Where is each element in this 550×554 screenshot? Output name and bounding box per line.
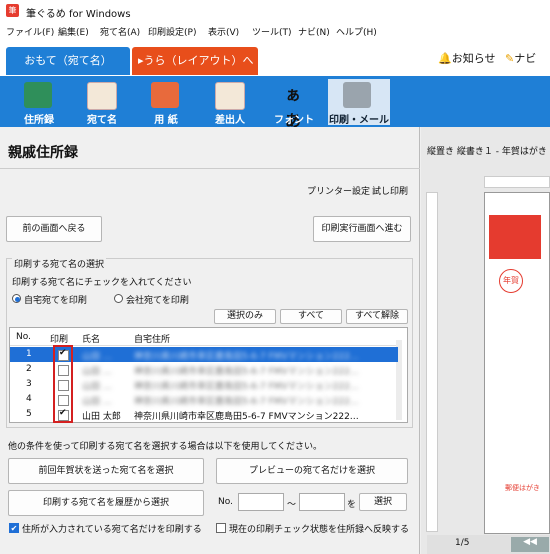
postcard-preview[interactable]: 年賀 郵便はがき xyxy=(484,192,550,534)
menu-bar: ファイル(F) 編集(E) 宛て名(A) 印刷設定(P) 表示(V) ツール(T… xyxy=(0,22,550,40)
col-no[interactable]: No. xyxy=(16,332,31,342)
menu-view[interactable]: 表示(V) xyxy=(208,25,239,38)
app-icon: 筆 xyxy=(6,4,19,17)
postcard-label: 郵便はがき xyxy=(505,484,540,492)
reflect-label: 現在の印刷チェック状態を住所録へ反映する xyxy=(229,525,410,535)
group-title: 印刷する宛て名の選択 xyxy=(12,257,107,270)
clear-all-button[interactable]: すべて解除 xyxy=(346,309,408,324)
tool-print-mail[interactable]: 印刷・メール xyxy=(328,79,390,126)
range-select-button[interactable]: 選択 xyxy=(359,493,407,511)
print-column-highlight xyxy=(53,345,73,423)
menu-edit[interactable]: 編集(E) xyxy=(58,25,89,38)
back-button[interactable]: 前の画面へ戻る xyxy=(6,216,102,242)
test-print-link[interactable]: 試し印刷 xyxy=(372,184,408,197)
page-navigator: 1/5 ◀◀ xyxy=(427,535,550,554)
tool-sender[interactable]: 差出人 xyxy=(200,79,260,126)
row-no: 3 xyxy=(26,379,32,389)
select-all-button[interactable]: すべて xyxy=(280,309,342,324)
divider xyxy=(0,168,420,169)
tab-front[interactable]: おもて（宛て名） xyxy=(6,47,130,75)
window-title: 筆ぐるめ for Windows xyxy=(26,9,131,20)
row-address: 神奈川県川崎市幸区鹿島田5-6-7 FMVマンション222… xyxy=(134,382,359,392)
no-from-input[interactable] xyxy=(238,493,284,511)
row-name: 山田 … xyxy=(82,382,112,392)
menu-file[interactable]: ファイル(F) xyxy=(6,25,54,38)
wo-label: を xyxy=(347,500,357,510)
page-prev-buttons[interactable]: ◀◀ xyxy=(511,537,549,552)
row-no: 4 xyxy=(26,394,32,404)
instruction-text: 印刷する宛て名にチェックを入れてください xyxy=(12,278,192,288)
printer-settings-link[interactable]: プリンター設定 xyxy=(307,184,370,197)
preview-title: 縦置き 縦書き１ - 年賀はがき xyxy=(427,147,547,157)
history-button[interactable]: 印刷する宛て名を履歴から選択 xyxy=(8,490,204,516)
address-only-label: 住所が入力されている宛て名だけを印刷する xyxy=(22,525,202,535)
tab-back[interactable]: ▸うら（レイアウト）へ切替 xyxy=(132,47,258,95)
row-address: 神奈川県川崎市幸区鹿島田5-6-7 FMVマンション222… xyxy=(134,352,359,362)
radio-home-label: 自宅宛てを印刷 xyxy=(24,296,87,306)
news-link[interactable]: 🔔お知らせ xyxy=(438,50,495,66)
paper-icon xyxy=(151,82,179,108)
tool-address-book[interactable]: 住所録 xyxy=(9,79,69,126)
sender-card-icon xyxy=(215,82,245,110)
printer-icon xyxy=(343,82,371,108)
row-name: 山田 太郎 xyxy=(82,412,121,422)
title-bar: 筆 筆ぐるめ for Windows xyxy=(0,0,550,22)
page-indicator: 1/5 xyxy=(455,538,470,548)
no-to-input[interactable] xyxy=(299,493,345,511)
col-address[interactable]: 自宅住所 xyxy=(134,332,170,345)
row-address: 神奈川県川崎市幸区鹿島田5-6-7 FMVマンション222… xyxy=(134,412,359,422)
no-label: No. xyxy=(218,497,233,507)
row-no: 5 xyxy=(26,409,32,419)
menu-navi[interactable]: ナビ(N) xyxy=(298,25,330,38)
navi-link[interactable]: ✎ナビ xyxy=(505,50,536,66)
row-address: 神奈川県川崎市幸区鹿島田5-6-7 FMVマンション222… xyxy=(134,367,359,377)
row-name: 山田 … xyxy=(82,397,112,407)
hand-pointer-icon: ✎ xyxy=(505,52,515,65)
next-button[interactable]: 印刷実行画面へ進む xyxy=(313,216,411,242)
address-book-icon xyxy=(24,82,52,108)
tool-atena[interactable]: 宛て名 xyxy=(72,79,132,126)
row-no: 2 xyxy=(26,364,32,374)
radio-company-label: 会社宛てを印刷 xyxy=(126,296,189,306)
reflect-checkbox[interactable] xyxy=(216,523,226,533)
tool-font[interactable]: ぁあ フォント xyxy=(264,79,324,130)
menu-atena[interactable]: 宛て名(A) xyxy=(100,25,140,38)
preview-only-button[interactable]: プレビューの宛て名だけを選択 xyxy=(216,458,408,484)
font-icon: ぁあ xyxy=(284,85,301,130)
row-name: 山田 … xyxy=(82,367,112,377)
address-only-checkbox[interactable]: ✔ xyxy=(9,523,19,533)
col-print[interactable]: 印刷 xyxy=(50,332,68,345)
page-title: 親戚住所録 xyxy=(8,145,78,161)
bell-icon: 🔔 xyxy=(438,52,452,65)
row-no: 1 xyxy=(26,349,32,359)
radio-home[interactable] xyxy=(12,294,21,303)
postcard-icon xyxy=(87,82,117,110)
row-address: 神奈川県川崎市幸区鹿島田5-6-7 FMVマンション222… xyxy=(134,397,359,407)
menu-print[interactable]: 印刷設定(P) xyxy=(148,25,196,38)
nenga-mark: 年賀 xyxy=(499,269,523,293)
menu-tools[interactable]: ツール(T) xyxy=(252,25,292,38)
horizontal-ruler xyxy=(484,176,550,188)
vertical-ruler xyxy=(426,192,438,532)
col-name[interactable]: 氏名 xyxy=(82,332,100,345)
row-name: 山田 … xyxy=(82,352,112,362)
tilde-label: ～ xyxy=(287,500,297,510)
stamp-image xyxy=(489,215,541,259)
prev-year-button[interactable]: 前回年賀状を送った宛て名を選択 xyxy=(8,458,204,484)
select-only-button[interactable]: 選択のみ xyxy=(214,309,276,324)
menu-help[interactable]: ヘルプ(H) xyxy=(336,25,377,38)
tool-paper[interactable]: 用 紙 xyxy=(136,79,196,126)
radio-company[interactable] xyxy=(114,294,123,303)
other-conditions-note: 他の条件を使って印刷する宛て名を選択する場合は以下を使用してください。 xyxy=(8,442,323,452)
